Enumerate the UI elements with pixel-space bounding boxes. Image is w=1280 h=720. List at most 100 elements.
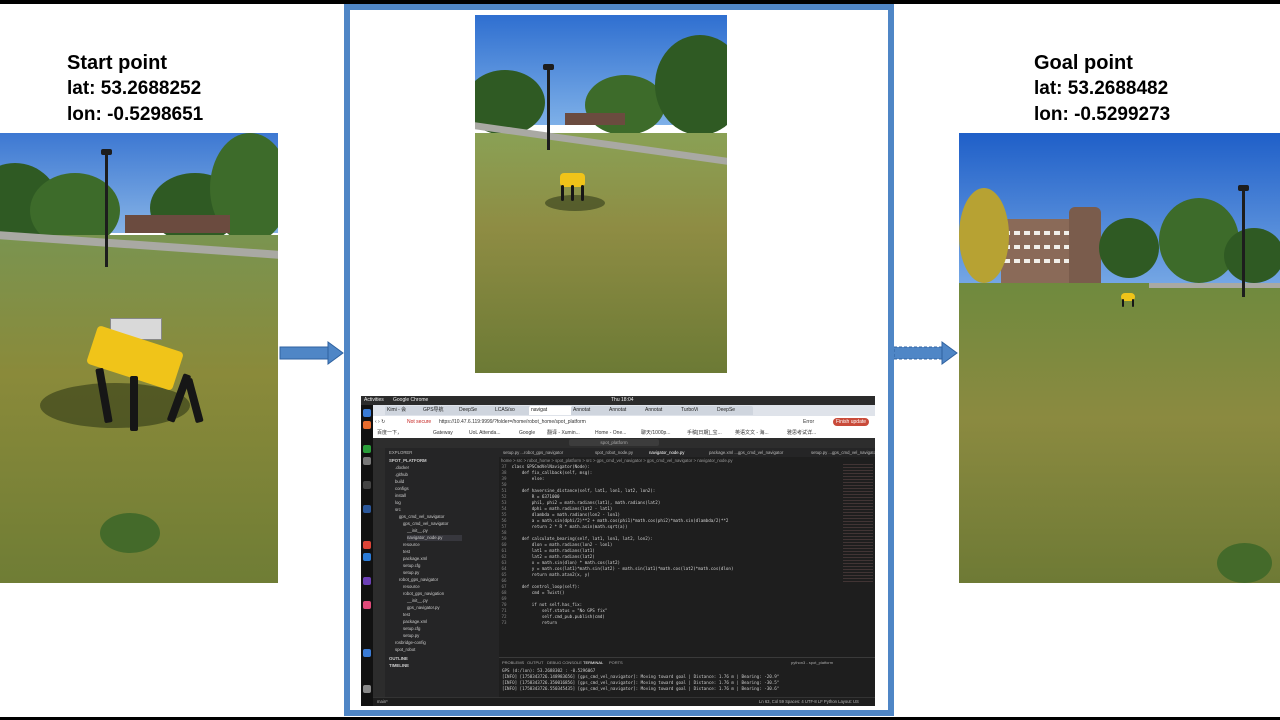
tree-item[interactable]: .docker: [395, 465, 409, 471]
line-number: 65: [499, 572, 512, 577]
tree-item[interactable]: setup.py: [403, 633, 419, 639]
bookmark-6[interactable]: Home - One...: [595, 429, 626, 437]
tree-item[interactable]: test: [403, 612, 410, 618]
command-search[interactable]: spot_platform: [569, 439, 659, 446]
tab-7[interactable]: Annotat: [607, 406, 645, 415]
tree-item[interactable]: __init__.py: [407, 598, 428, 604]
terminal-name[interactable]: python3 - spot_platform: [791, 660, 833, 665]
line-number: 37: [499, 464, 512, 469]
bookmark-8[interactable]: 手稿[日期]_宝...: [687, 429, 722, 437]
editor-tab[interactable]: setup.py ...robot_gps_navigator: [503, 449, 563, 457]
apps-grid-icon[interactable]: [363, 685, 371, 693]
log-line: [INFO] [1758343726.550345435] [gps_cmd_v…: [502, 686, 780, 691]
tree-item[interactable]: setup.cfg: [403, 563, 420, 569]
line-text: cmd = Twist(): [511, 590, 565, 595]
breadcrumb[interactable]: home > src > robot_home > spot_platform …: [501, 458, 733, 463]
bookmark-3[interactable]: UoL Attenda...: [469, 429, 501, 437]
tree-item[interactable]: robot_gps_navigator: [399, 577, 438, 583]
tree-item[interactable]: robot_gps_navigation: [403, 591, 444, 597]
line-text: self.status = "No GPS fix": [511, 608, 608, 613]
goal-caption: Goal point lat: 53.2688482 lon: -0.52992…: [1034, 50, 1170, 128]
tab-10[interactable]: DeepSe: [715, 406, 753, 415]
tree-item-selected[interactable]: navigator_node.py: [407, 535, 463, 541]
start-photo: [0, 133, 278, 583]
tree-item[interactable]: test: [403, 549, 410, 555]
tree-item[interactable]: __init__.py: [407, 528, 428, 534]
editor-tab[interactable]: spot_robot_node.py: [595, 449, 633, 457]
finish-update-button[interactable]: Finish update: [833, 418, 870, 426]
explorer-root[interactable]: SPOT_PLATFORM: [389, 458, 427, 464]
bookmark-5[interactable]: 翻译 - Xumin...: [547, 429, 580, 437]
url-text[interactable]: https://10.47.6.119:9999/?folder=/home/r…: [439, 418, 586, 426]
goal-photo: [959, 133, 1280, 583]
editor-tab[interactable]: package.xml ...gps_cmd_vel_navigator: [709, 449, 783, 457]
tree-item[interactable]: gps_navigator.py: [407, 605, 440, 611]
bookmark-2[interactable]: Gateway: [433, 429, 453, 437]
tree-item[interactable]: src: [395, 507, 401, 513]
nav-buttons-icon[interactable]: ‹ › ↻: [375, 418, 385, 426]
panel-tab[interactable]: DEBUG CONSOLE: [547, 660, 582, 665]
firefox-icon[interactable]: [363, 421, 371, 429]
panel-tab[interactable]: PROBLEMS: [502, 660, 524, 665]
chrome-icon[interactable]: [363, 541, 371, 549]
bookmark-1[interactable]: 百度一下，: [377, 429, 402, 437]
tree-item[interactable]: gps_cmd_vel_navigator: [403, 521, 448, 527]
vscode-window: spot_platform EXPLORER SPOT_PLATFORM .do…: [373, 438, 875, 706]
tree-item[interactable]: spot_robot: [395, 647, 415, 653]
tree-item[interactable]: configs: [395, 486, 409, 492]
app3-icon[interactable]: [363, 601, 371, 609]
tree-item[interactable]: setup.py: [403, 570, 419, 576]
tab-3[interactable]: DeepSe: [457, 406, 495, 415]
tree-item[interactable]: rosbridge-config: [395, 640, 426, 646]
clock: Thu 18:04: [611, 397, 634, 403]
app-icon[interactable]: [363, 457, 371, 465]
tab-5-active[interactable]: navigat: [529, 406, 573, 415]
outline-section[interactable]: OUTLINE: [389, 656, 408, 662]
app4-icon[interactable]: [363, 649, 371, 657]
tree-item[interactable]: resource: [403, 584, 420, 590]
panel-tab[interactable]: OUTPUT: [527, 660, 543, 665]
tree-item[interactable]: setup.cfg: [403, 626, 420, 632]
editor-tab-active[interactable]: navigator_node.py: [649, 449, 684, 457]
tree-item[interactable]: gps_cmd_vel_navigator: [399, 514, 444, 520]
browser-tabs: Kimi - 会 GPS导航 DeepSe LCAS/so navigat An…: [373, 405, 875, 416]
line-text: phi1, phi2 = math.radians(lat1), math.ra…: [511, 500, 661, 505]
tab-4[interactable]: LCAS/so: [493, 406, 531, 415]
line-number: 66: [499, 578, 512, 583]
bookmark-9[interactable]: 英语文文 - 海...: [735, 429, 769, 437]
tab-8[interactable]: Annotat: [643, 406, 681, 415]
terminal-icon[interactable]: [363, 481, 371, 489]
tab-9[interactable]: TurboVi: [679, 406, 717, 415]
line-number: 57: [499, 524, 512, 529]
minimap[interactable]: [843, 464, 873, 584]
line-number: 73: [499, 620, 512, 625]
panel-tab[interactable]: PORTS: [609, 660, 623, 665]
security-label[interactable]: Not secure: [407, 418, 431, 426]
bookmark-10[interactable]: 雅思考试详...: [787, 429, 816, 437]
tab-6[interactable]: Annotat: [571, 406, 609, 415]
tree-item[interactable]: install: [395, 493, 406, 499]
panel-tab-active[interactable]: TERMINAL: [583, 660, 603, 665]
tree-item[interactable]: .github: [395, 472, 408, 478]
slide: Start point lat: 53.2688252 lon: -0.5298…: [0, 0, 1280, 720]
desktop-screenshot: Activities Google Chrome Thu 18:04 Kimi …: [361, 396, 875, 706]
tree-item[interactable]: package.xml: [403, 556, 427, 562]
activities-label[interactable]: Activities: [364, 397, 384, 404]
editor-tab[interactable]: setup.py ...gps_cmd_vel_navigator: [811, 449, 875, 457]
bookmark-4[interactable]: Google: [519, 429, 535, 437]
branch-status[interactable]: main*: [377, 699, 388, 705]
tree-item[interactable]: build: [395, 479, 404, 485]
tree-item[interactable]: package.xml: [403, 619, 427, 625]
timeline-section[interactable]: TIMELINE: [389, 663, 409, 669]
app2-icon[interactable]: [363, 577, 371, 585]
tab-1[interactable]: Kimi - 会: [385, 406, 423, 415]
tree-item[interactable]: log: [395, 500, 401, 506]
files-icon[interactable]: [363, 409, 371, 417]
word-icon[interactable]: [363, 505, 371, 513]
tab-2[interactable]: GPS导航: [421, 406, 459, 415]
bookmark-7[interactable]: 聊天/1000p...: [641, 429, 670, 437]
tree-item[interactable]: resource: [403, 542, 420, 548]
pycharm-icon[interactable]: [363, 445, 371, 453]
profile-error[interactable]: Error: [803, 418, 814, 426]
vscode-icon[interactable]: [363, 553, 371, 561]
